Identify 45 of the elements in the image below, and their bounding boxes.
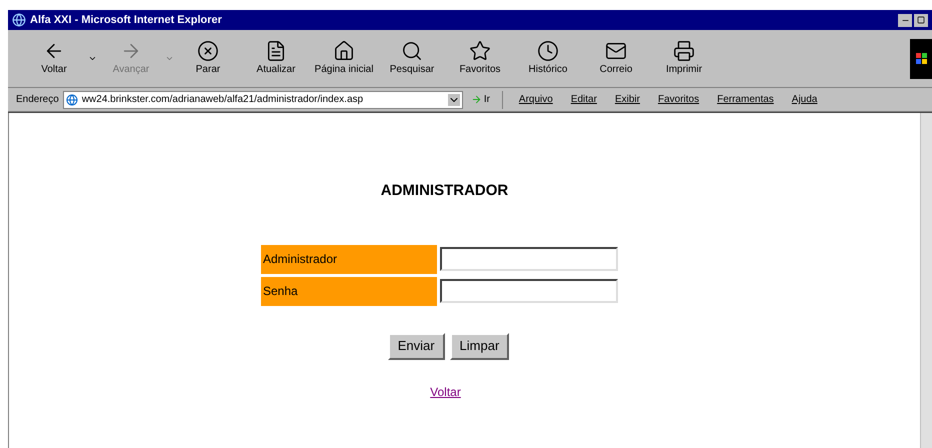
toolbar-button[interactable]: Histórico — [514, 40, 582, 77]
caret-icon[interactable] — [88, 54, 97, 63]
mail-icon — [605, 40, 627, 62]
document-icon — [265, 40, 287, 62]
windows-logo — [910, 38, 932, 78]
window-title: Alfa XXI - Microsoft Internet Explorer — [30, 12, 222, 28]
field-label: Administrador — [261, 244, 437, 274]
minimize-button[interactable] — [898, 14, 912, 26]
menu-item[interactable]: Exibir — [608, 92, 647, 107]
search-icon — [401, 40, 423, 62]
maximize-icon — [917, 16, 925, 24]
menu-item[interactable]: Editar — [564, 92, 604, 107]
toolbar-button[interactable]: Parar — [174, 40, 242, 77]
toolbar-button[interactable]: Pesquisar — [378, 40, 446, 77]
close-icon — [197, 40, 219, 62]
dropdown-icon[interactable] — [448, 94, 460, 106]
toolbar-button[interactable]: Voltar — [20, 40, 88, 77]
page-heading: ADMINISTRADOR — [380, 181, 508, 201]
house-icon — [333, 40, 355, 62]
toolbar-button[interactable]: Favoritos — [446, 40, 514, 77]
field-label: Senha — [261, 276, 437, 306]
scrollbar[interactable] — [920, 113, 932, 448]
toolbar-button[interactable]: Atualizar — [242, 40, 310, 77]
address-field[interactable]: ww24.brinkster.com/adrianaweb/alfa21/administrador/index.asp — [62, 90, 463, 108]
clock-icon — [537, 40, 559, 62]
address-label: Endereço — [16, 93, 59, 107]
menu-item[interactable]: Ferramentas — [710, 92, 781, 107]
form-button[interactable]: Enviar — [388, 332, 445, 360]
printer-icon — [673, 40, 695, 62]
menu-item[interactable]: Ajuda — [784, 92, 824, 107]
toolbar-button[interactable]: Página inicial — [310, 40, 378, 77]
form-button[interactable]: Limpar — [450, 332, 510, 360]
page-icon — [66, 94, 78, 106]
star-icon — [469, 40, 491, 62]
back-link[interactable]: Voltar — [430, 382, 461, 400]
browser-icon — [12, 13, 26, 27]
input-field[interactable] — [440, 279, 618, 303]
arrow-right-icon — [470, 94, 482, 105]
input-field[interactable] — [440, 247, 618, 271]
menu-item[interactable]: Arquivo — [512, 92, 560, 107]
toolbar-button[interactable]: Correio — [582, 40, 650, 77]
menu-item[interactable]: Favoritos — [650, 92, 706, 107]
maximize-button[interactable] — [914, 14, 928, 26]
toolbar-button[interactable]: Imprimir — [650, 40, 718, 77]
go-button[interactable]: Ir — [466, 92, 494, 107]
